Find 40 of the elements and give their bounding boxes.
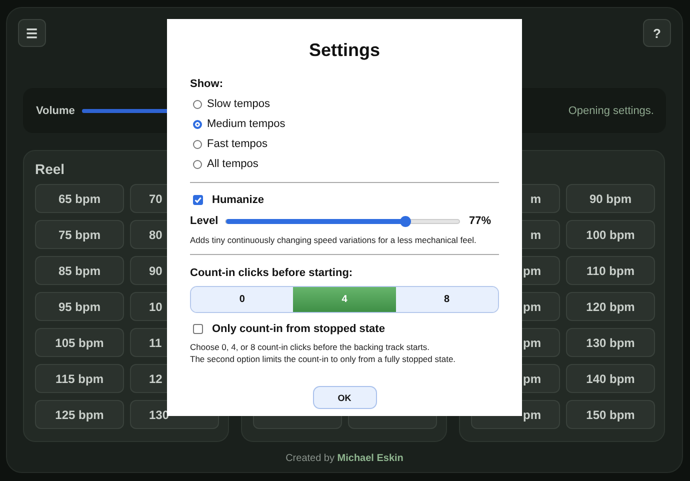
level-thumb[interactable]	[400, 216, 412, 226]
tempo-button[interactable]: 75 bpm	[35, 220, 124, 249]
section-label: Show:	[190, 78, 223, 90]
volume-slider[interactable]	[82, 108, 169, 112]
humanize-checkbox[interactable]: Humanize	[190, 191, 264, 209]
help-button[interactable]: ?	[643, 19, 671, 47]
tempo-button[interactable]: 130 bpm	[566, 328, 655, 357]
tempo-button[interactable]: 95 bpm	[35, 292, 124, 321]
tempo-radio[interactable]: Fast tempos	[193, 134, 268, 154]
volume-label: Volume	[36, 104, 75, 116]
level-label: Level	[190, 215, 220, 227]
tempo-button[interactable]: 105 bpm	[35, 328, 124, 357]
tempo-radio[interactable]: Slow tempos	[193, 94, 270, 114]
tempo-button[interactable]: 65 bpm	[35, 184, 124, 213]
tempo-button[interactable]: 115 bpm	[35, 364, 124, 393]
count-in-option[interactable]: 0	[191, 287, 294, 312]
tempo-button[interactable]: 100 bpm	[566, 220, 655, 249]
level-slider[interactable]	[225, 218, 460, 224]
tempo-button[interactable]: 125 bpm	[35, 400, 124, 429]
tempo-radio[interactable]: All tempos	[193, 154, 258, 174]
humanize-help-text: Adds tiny continuously changing speed variations for a less mechanical feel.	[190, 234, 478, 246]
tempo-button[interactable]: 90 bpm	[566, 184, 655, 213]
level-reading: 77%	[469, 215, 492, 227]
status-text: Opening settings.	[568, 104, 654, 116]
tempo-button[interactable]: 140 bpm	[566, 364, 655, 393]
dialog-title: Settings	[308, 40, 381, 61]
section-label: Count-in clicks before starting:	[190, 267, 354, 279]
tempo-radio[interactable]: Medium tempos	[193, 114, 286, 134]
tempo-button[interactable]: 110 bpm	[566, 256, 655, 285]
footer-credit: Created by Michael Eskin	[286, 453, 404, 464]
menu-button[interactable]: ☰	[18, 19, 46, 47]
count-in-option[interactable]: 8	[396, 287, 498, 312]
stopped-only-checkbox[interactable]: Only count-in from stopped state	[190, 320, 385, 338]
card-title: Reel	[35, 161, 65, 177]
check-icon	[194, 196, 202, 204]
tempo-button[interactable]: 85 bpm	[35, 256, 124, 285]
tempo-button[interactable]: 150 bpm	[566, 400, 655, 429]
count-in-help-text: Choose 0, 4, or 8 count-in clicks before the backing track starts. The second option limits the count-in to only from a fully stopped state.	[190, 341, 457, 365]
ok-button[interactable]: OK	[312, 386, 376, 409]
tempo-button[interactable]: 120 bpm	[566, 292, 655, 321]
